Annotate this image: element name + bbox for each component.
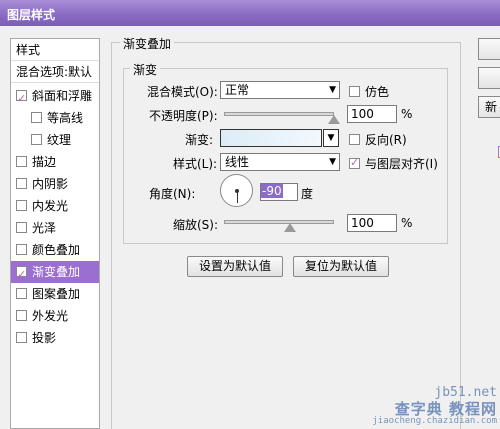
style-select[interactable]: 线性 ▼ <box>220 153 340 171</box>
watermark-line3: jiaocheng.chazidian.com <box>372 416 497 427</box>
reset-default-button[interactable]: 复位为默认值 <box>293 256 389 277</box>
sidebar-item-label: 纹理 <box>47 133 72 147</box>
sidebar-item-gradient-overlay[interactable]: 渐变叠加 <box>11 261 99 283</box>
dither-checkbox[interactable]: 仿色 <box>349 83 389 100</box>
chevron-down-icon: ▼ <box>329 157 336 167</box>
sidebar-item-label: 样式 <box>16 43 41 57</box>
gradient-preview[interactable] <box>220 129 322 147</box>
gradient-overlay-group: 渐变叠加 渐变 混合模式(O): 正常 ▼ 仿色 不透明度(P): 100 % … <box>111 35 461 429</box>
new-style-button[interactable]: 新 <box>478 96 500 118</box>
sidebar-item-label: 光泽 <box>32 221 57 235</box>
sidebar-item-outer-glow[interactable]: 外发光 <box>11 305 99 327</box>
scale-slider-track[interactable] <box>224 220 334 224</box>
opacity-value: 100 <box>351 107 374 121</box>
gradient-picker-button[interactable]: ▼ <box>323 129 339 147</box>
sidebar-item-drop-shadow[interactable]: 投影 <box>11 327 99 349</box>
checkbox[interactable] <box>16 264 27 283</box>
sidebar-item-texture[interactable]: 纹理 <box>11 129 99 151</box>
checkbox[interactable] <box>31 112 42 123</box>
checkbox[interactable] <box>16 156 27 167</box>
watermark-line2: 查字典 教程网 <box>394 399 497 418</box>
blend-mode-label: 混合模式(O): <box>147 85 218 99</box>
checkbox[interactable] <box>16 332 27 343</box>
watermark: jb51.net 查字典 教程网 jiaocheng.chazidian.com <box>372 386 497 427</box>
reverse-checkbox[interactable]: 反向(R) <box>349 131 407 148</box>
gradient-group: 渐变 混合模式(O): 正常 ▼ 仿色 不透明度(P): 100 % 渐变: ▼… <box>123 61 448 244</box>
checkbox[interactable] <box>16 244 27 255</box>
blend-mode-select[interactable]: 正常 ▼ <box>220 81 340 99</box>
sidebar-item-label: 投影 <box>32 331 57 345</box>
sidebar-item-pattern-overlay[interactable]: 图案叠加 <box>11 283 99 305</box>
style-value: 线性 <box>225 155 250 169</box>
checkbox[interactable] <box>349 86 360 97</box>
opacity-unit: % <box>401 107 413 121</box>
scale-slider-thumb[interactable] <box>284 223 296 232</box>
angle-unit: 度 <box>301 187 314 201</box>
sidebar-item-bevel-emboss[interactable]: 斜面和浮雕 <box>11 85 99 107</box>
sidebar-item-styles[interactable]: 样式 <box>11 39 99 61</box>
sidebar-item-label: 外发光 <box>32 309 69 323</box>
style-list: 样式 混合选项:默认 斜面和浮雕 等高线 纹理 描边 内阴影 内发光 光泽 颜色… <box>10 38 100 429</box>
sidebar-item-label: 描边 <box>32 155 57 169</box>
checkbox[interactable] <box>31 134 42 145</box>
blend-mode-value: 正常 <box>225 83 250 97</box>
sidebar-item-label: 渐变叠加 <box>32 265 81 279</box>
ok-button[interactable] <box>478 38 500 60</box>
sidebar-item-blending-options[interactable]: 混合选项:默认 <box>11 61 99 83</box>
gradient-label: 渐变: <box>185 133 214 147</box>
set-default-button[interactable]: 设置为默认值 <box>187 256 283 277</box>
checkbox[interactable] <box>16 310 27 321</box>
scale-label: 缩放(S): <box>173 218 219 232</box>
sidebar-item-color-overlay[interactable]: 颜色叠加 <box>11 239 99 261</box>
sidebar-item-label: 等高线 <box>47 111 84 125</box>
scale-unit: % <box>401 216 413 230</box>
angle-value: -90 <box>261 184 283 198</box>
sidebar-item-label: 斜面和浮雕 <box>32 89 93 103</box>
opacity-input[interactable]: 100 <box>347 105 397 123</box>
checkbox[interactable] <box>16 222 27 233</box>
sidebar-item-satin[interactable]: 光泽 <box>11 217 99 239</box>
checkbox[interactable] <box>16 288 27 299</box>
sidebar-item-label: 内阴影 <box>32 177 69 191</box>
new-style-label: 新 <box>485 100 498 114</box>
sidebar-item-stroke[interactable]: 描边 <box>11 151 99 173</box>
checkbox[interactable] <box>349 156 360 169</box>
checkbox[interactable] <box>16 88 27 107</box>
scale-input[interactable]: 100 <box>347 214 397 232</box>
cancel-button[interactable] <box>478 67 500 89</box>
sidebar-item-inner-shadow[interactable]: 内阴影 <box>11 173 99 195</box>
chevron-down-icon: ▼ <box>329 85 336 95</box>
chevron-down-icon: ▼ <box>327 133 335 143</box>
angle-input[interactable]: -90 <box>260 183 298 201</box>
checkbox[interactable] <box>349 134 360 145</box>
reset-default-label: 复位为默认值 <box>304 259 377 273</box>
sidebar-item-label: 颜色叠加 <box>32 243 81 257</box>
set-default-label: 设置为默认值 <box>198 259 271 273</box>
opacity-slider-thumb[interactable] <box>328 115 340 124</box>
dial-needle <box>237 191 238 203</box>
sidebar-item-label: 图案叠加 <box>32 287 81 301</box>
sidebar-item-label: 内发光 <box>32 199 69 213</box>
dither-label: 仿色 <box>365 85 390 99</box>
checkbox[interactable] <box>16 200 27 211</box>
layer-style-dialog: 样式 混合选项:默认 斜面和浮雕 等高线 纹理 描边 内阴影 内发光 光泽 颜色… <box>0 26 500 429</box>
reverse-label: 反向(R) <box>365 133 407 147</box>
align-with-layer-checkbox[interactable]: 与图层对齐(I) <box>349 155 438 172</box>
opacity-slider-track[interactable] <box>224 112 334 116</box>
sidebar-item-inner-glow[interactable]: 内发光 <box>11 195 99 217</box>
inner-group-title: 渐变 <box>130 61 161 78</box>
group-title: 渐变叠加 <box>120 35 175 52</box>
sidebar-item-contour[interactable]: 等高线 <box>11 107 99 129</box>
angle-dial[interactable] <box>220 174 253 207</box>
sidebar-item-label: 混合选项:默认 <box>16 65 93 79</box>
opacity-label: 不透明度(P): <box>149 109 218 123</box>
style-label: 样式(L): <box>173 157 218 171</box>
scale-value: 100 <box>351 216 374 230</box>
checkbox[interactable] <box>16 178 27 189</box>
watermark-line1: jb51.net <box>434 385 497 401</box>
align-with-layer-label: 与图层对齐(I) <box>365 157 438 171</box>
window-title: 图层样式 <box>7 8 56 22</box>
title-bar: 图层样式 <box>0 0 500 26</box>
angle-label: 角度(N): <box>149 187 196 201</box>
